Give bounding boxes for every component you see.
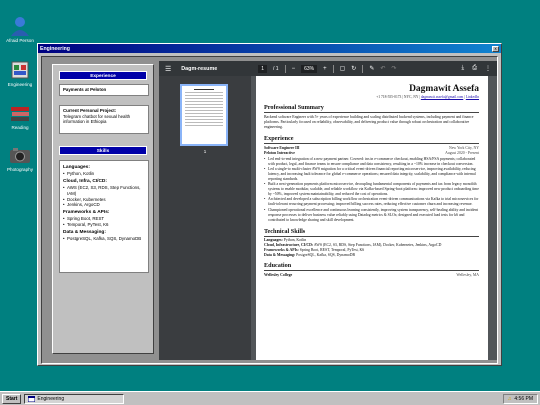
skill-item: Temporal, PyTest, K6 [63,222,145,228]
books-icon [11,107,29,121]
engineering-window: Engineering x Experience Payments at Pel… [37,43,502,366]
undo-icon[interactable]: ↶ [380,65,385,72]
skill-key: Cloud, Infrastructure, CI/CD: [264,242,314,247]
toolbar-right: ⤓ ⎙ ⋮ [462,65,491,72]
skill-item: PostgreSQL, Kafka, SQS, DynamoDB [63,236,145,242]
skills-box: Languages: Python, Kotlin Cloud, Infra, … [59,160,149,273]
close-button[interactable]: x [492,45,499,52]
redo-icon[interactable]: ↷ [391,65,396,72]
window-icon [28,395,36,402]
desktop-icon-label: Engineering [7,82,33,87]
left-panel: Experience Payments at Peloton Current P… [52,64,154,354]
skill-value: PostgreSQL, Kafka, SQS, DynamoDB [296,252,356,257]
project-desc: Telegram chatbot for sexual health infor… [63,113,131,125]
skill-line: Frameworks & APIs: Spring Boot, REST, Te… [264,248,479,252]
document-name: Dagm-resume [181,65,218,72]
thumbnail-page-number: 1 [203,149,207,154]
fit-page-icon[interactable]: ▢ [340,65,346,72]
desktop-icon-label: Afraid Person [6,38,34,43]
project-title: Current Personal Project: [63,108,117,113]
skill-item: Python, Kotlin [63,171,145,177]
company-name: Peloton Interactive [264,150,295,155]
pdf-toolbar: ☰ Dagm-resume 1 / 1 − 63% + ▢ ↻ ✎ ↶ ↷ ⤓ … [159,61,497,76]
contact-phone-location: +1 718-555-0173 | NYC, NY | [376,95,420,99]
email-link[interactable]: dagmawit.assefa@gmail.com [421,95,463,99]
window-titlebar[interactable]: Engineering x [38,44,501,53]
summary-heading: Professional Summary [264,104,479,113]
job-dates: August 2020 - Present [445,150,479,155]
company-row: Peloton Interactive August 2020 - Presen… [264,151,479,156]
skills-section-heading: Technical Skills [264,228,479,237]
download-icon[interactable]: ⤓ [462,65,465,72]
clock: 4:56 PM [514,395,533,402]
page-thumbnail[interactable] [180,84,228,146]
skill-key: Data & Messaging: [264,252,296,257]
skill-item: Jenkins, ArgoCD [63,202,145,208]
current-job: Payments at Peloton [63,87,107,92]
toolbar-divider [284,64,286,73]
skill-line: Data & Messaging: PostgreSQL, Kafka, SQS… [264,253,479,257]
list-item: Led a single-to multi-cluster AWS migrat… [264,167,479,182]
paint-tools-icon [11,61,29,79]
skill-key: Languages: [264,237,283,242]
current-job-box[interactable]: Payments at Peloton [59,84,149,96]
taskbar-item-engineering[interactable]: Engineering [24,393,125,404]
list-item: Led end-to-end integration of a new paym… [264,157,479,167]
skill-line: Cloud, Infrastructure, CI/CD: AWS (EC2, … [264,243,479,247]
desktop-icon-label: Photography [6,167,34,172]
desktop-icon-person[interactable]: Afraid Person [2,16,38,43]
resume-contact: +1 718-555-0173 | NYC, NY | dagmawit.ass… [376,95,479,99]
skill-line: Languages: Python, Kotlin [264,238,479,242]
desktop-icon-photography[interactable]: Photography [2,145,38,172]
experience-heading: Experience [59,71,147,80]
skill-key: Frameworks & APIs: [264,247,299,252]
thumbnail-pane: 1 [159,76,251,360]
pdf-viewer: ☰ Dagm-resume 1 / 1 − 63% + ▢ ↻ ✎ ↶ ↷ ⤓ … [159,61,497,360]
skill-item: AWS (EC2, S3, RDS, Step Functions, IAM) [63,185,145,196]
print-icon[interactable]: ⎙ [472,65,477,72]
menu-icon[interactable]: ☰ [165,65,171,73]
window-content: Experience Payments at Peloton Current P… [41,56,498,364]
taskbar-item-label: Engineering [37,395,65,402]
page-number-input[interactable]: 1 [258,64,268,73]
experience-bullets: Led end-to-end integration of a new paym… [264,157,479,223]
toolbar-divider [332,64,334,73]
skill-value: Python, Kotlin [283,237,307,242]
camera-icon [10,148,30,163]
skills-heading: Skills [59,146,147,155]
zoom-level-input[interactable]: 63% [301,64,318,73]
project-box: Current Personal Project: Telegram chatb… [59,105,149,134]
school-location: Wellesley, MA [456,272,479,277]
speaker-icon[interactable]: ♫ [508,396,512,402]
list-item: Built a next-generation payments platfor… [264,182,479,197]
page-total: / 1 [273,65,279,72]
toolbar-divider [362,64,364,73]
school-name: Wellesley College [264,272,293,277]
system-tray: ♫ 4:56 PM [502,393,538,404]
list-item: Championed operational excellence and co… [264,208,479,223]
start-label: Start [6,395,18,402]
skill-value: AWS (EC2, S3, RDS, Step Functions, IAM),… [313,242,442,247]
window-title: Engineering [40,45,70,52]
start-button[interactable]: Start [2,393,22,404]
rotate-icon[interactable]: ↻ [351,65,356,72]
list-item: Architected and developed a subscription… [264,197,479,207]
desktop-icon-engineering[interactable]: Engineering [2,60,38,87]
desktop-icon-reading[interactable]: Reading [2,103,38,130]
linkedin-link[interactable]: LinkedIn [466,95,479,99]
skill-value: Spring Boot, REST, Temporal, PyTest, K6 [299,247,365,252]
resume-page: Dagmawit Assefa +1 718-555-0173 | NYC, N… [256,76,488,360]
taskbar: Start Engineering ♫ 4:56 PM [0,391,540,405]
desktop-icon-label: Reading [11,125,29,130]
highlight-icon[interactable]: ✎ [369,65,374,72]
school-row: Wellesley College Wellesley, MA [264,273,479,278]
zoom-out-icon[interactable]: − [292,66,296,72]
more-options-icon[interactable]: ⋮ [485,65,491,72]
resume-name: Dagmawit Assefa [409,84,479,94]
summary-text: Backend software Engineer with 5+ years … [264,115,474,129]
experience-section-heading: Experience [264,135,479,144]
education-heading: Education [264,262,479,271]
person-icon [11,17,29,36]
zoom-in-icon[interactable]: + [323,66,327,72]
